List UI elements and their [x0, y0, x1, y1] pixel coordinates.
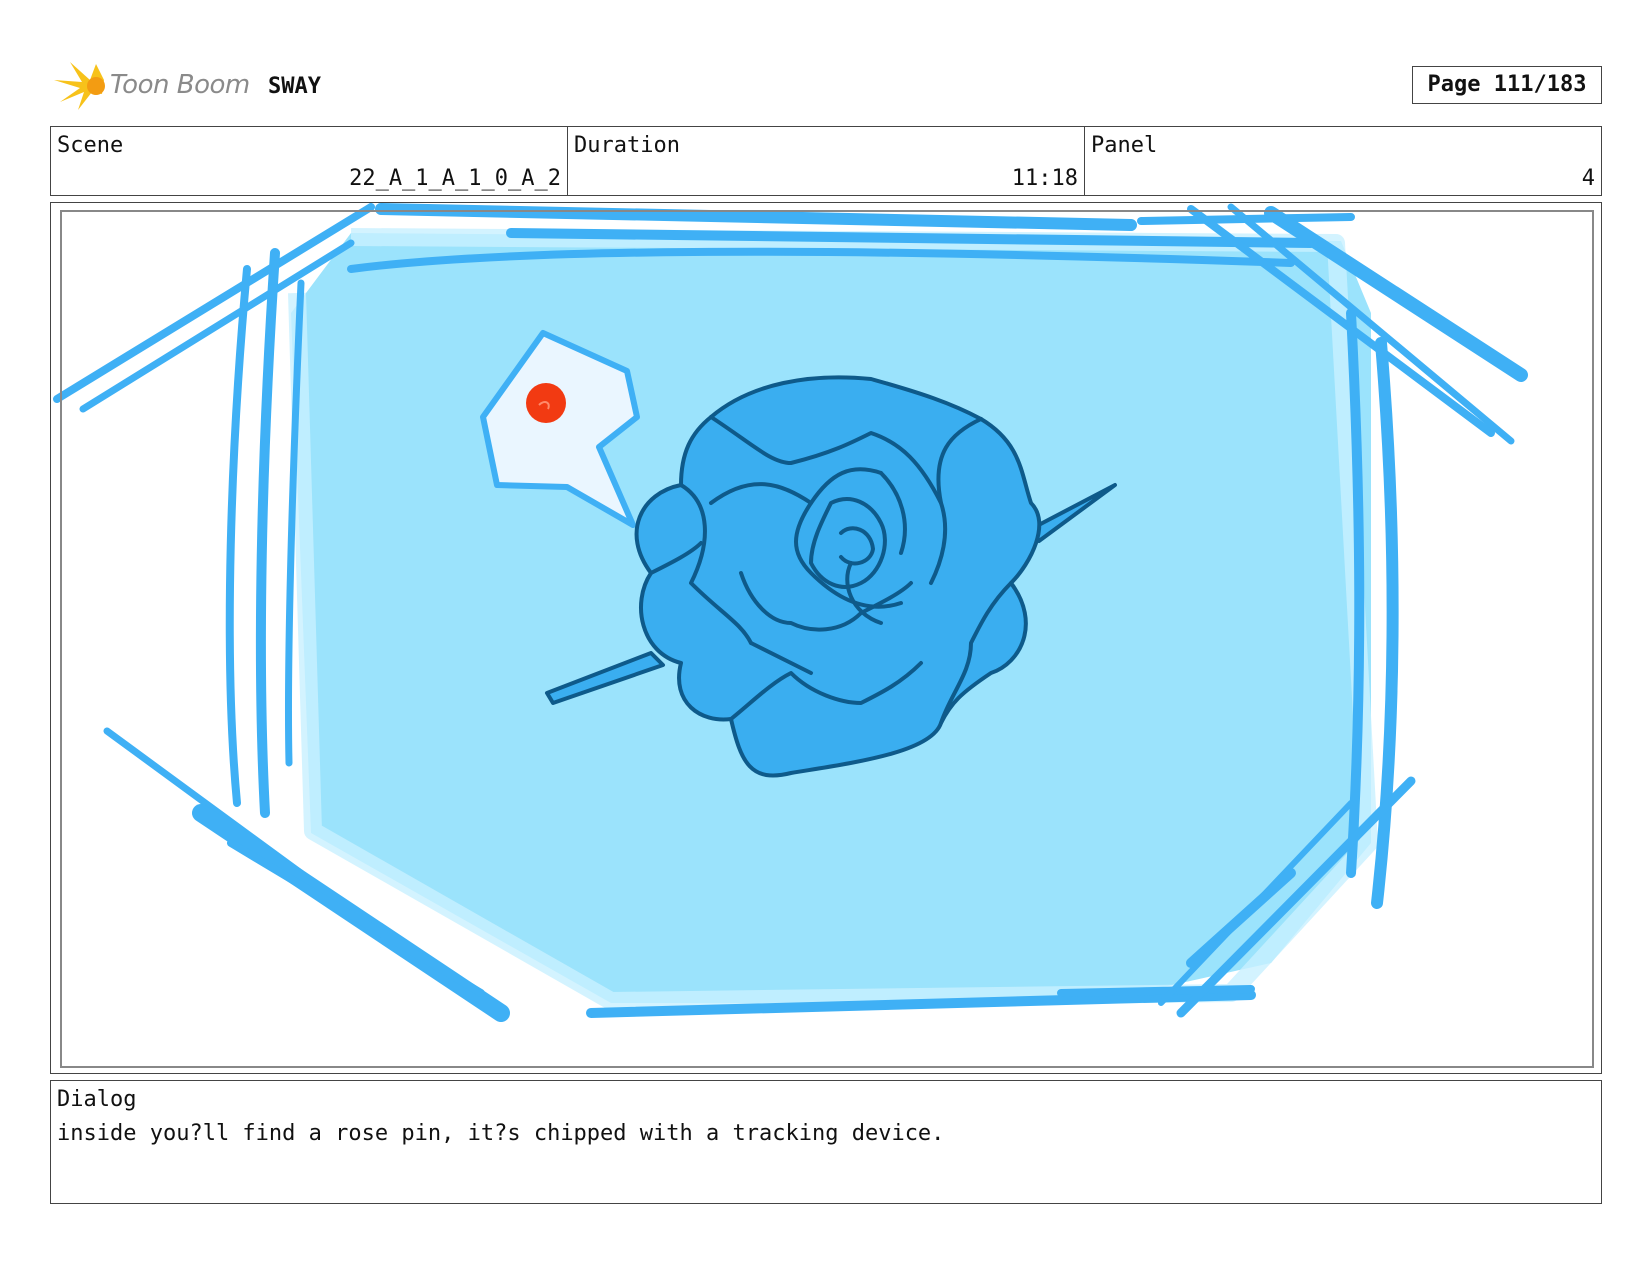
storyboard-frame: [50, 202, 1602, 1074]
dialog-label: Dialog: [57, 1087, 137, 1112]
storyboard-header: Toon Boom SWAY Page 111/183: [50, 58, 1602, 114]
panel-drawing: [53, 203, 1594, 1068]
dialog-box: Dialog inside you?ll find a rose pin, it…: [50, 1080, 1602, 1204]
duration-cell: Duration 11:18: [568, 127, 1085, 195]
scene-cell: Scene 22_A_1_A_1_0_A_2: [51, 127, 568, 195]
project-title: SWAY: [268, 74, 321, 99]
panel-cell: Panel 4: [1085, 127, 1601, 195]
brand-name: Toon Boom: [110, 70, 250, 100]
dialog-text: inside you?ll find a rose pin, it?s chip…: [57, 1121, 945, 1146]
duration-label: Duration: [574, 133, 680, 158]
duration-value: 11:18: [1011, 166, 1078, 191]
panel-value: 4: [1581, 166, 1595, 191]
panel-info-bar: Scene 22_A_1_A_1_0_A_2 Duration 11:18 Pa…: [50, 126, 1602, 196]
panel-label: Panel: [1091, 133, 1158, 158]
page-number: Page 111/183: [1412, 66, 1602, 104]
toon-boom-logo-icon: [54, 62, 105, 110]
scene-label: Scene: [57, 133, 124, 158]
scene-value: 22_A_1_A_1_0_A_2: [349, 166, 561, 191]
